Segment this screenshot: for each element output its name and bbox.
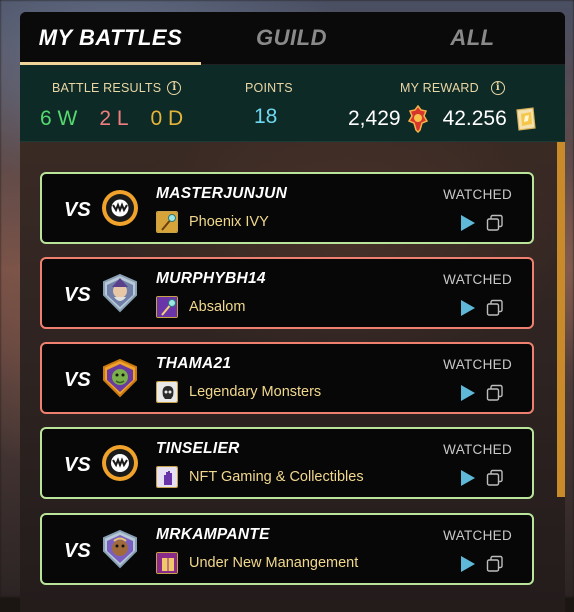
play-icon[interactable] (460, 214, 476, 232)
battle-results-label: BATTLE RESULTS (52, 81, 162, 95)
guild-name: NFT Gaming & Collectibles (189, 469, 364, 485)
tab-my-battles[interactable]: MY BATTLES (20, 12, 201, 65)
battle-results-values: 6 W 2 L 0 D (40, 107, 183, 131)
play-icon[interactable] (460, 469, 476, 487)
monster-face-icon (100, 443, 140, 483)
opponent-name[interactable]: THAMA21 (156, 355, 231, 373)
scrollbar[interactable] (557, 142, 565, 497)
reward-header: MY REWARD i (400, 81, 505, 95)
vs-label: VS (64, 284, 91, 306)
sps-token-icon (513, 106, 537, 132)
dec-token-icon (407, 105, 429, 133)
battle-card[interactable]: VS THAMA21 Legendary Monsters WATCHED (40, 342, 534, 414)
play-icon[interactable] (460, 384, 476, 402)
goblin-avatar-icon (100, 358, 140, 398)
points-label: POINTS (245, 81, 293, 95)
copy-icon[interactable] (486, 214, 504, 232)
watched-status: WATCHED (443, 272, 512, 287)
battles-panel: MY BATTLES GUILD ALL BATTLE RESULTS i 6 … (20, 12, 565, 612)
watched-status: WATCHED (443, 442, 512, 457)
stats-bar: BATTLE RESULTS i 6 W 2 L 0 D POINTS 18 M… (20, 65, 565, 142)
info-icon[interactable]: i (490, 81, 505, 95)
hand-icon (156, 466, 178, 488)
guild-name: Under New Manangement (189, 555, 359, 571)
creature-avatar-icon (100, 529, 140, 569)
tab-all[interactable]: ALL (382, 12, 563, 64)
wand-icon (156, 296, 178, 318)
losses-count: 2 L (99, 107, 129, 130)
play-icon[interactable] (460, 555, 476, 573)
points-value: 18 (254, 105, 278, 128)
info-icon[interactable]: i (167, 81, 182, 95)
vs-label: VS (64, 540, 91, 562)
guild-name: Absalom (189, 299, 246, 315)
staff-icon (156, 211, 178, 233)
watched-status: WATCHED (443, 528, 512, 543)
wins-count: 6 W (40, 107, 78, 130)
guild-name: Legendary Monsters (189, 384, 322, 400)
battle-card[interactable]: VS TINSELIER NFT Gaming & Collectibles W… (40, 427, 534, 499)
copy-icon[interactable] (486, 384, 504, 402)
watched-status: WATCHED (443, 357, 512, 372)
book-icon (156, 552, 178, 574)
copy-icon[interactable] (486, 469, 504, 487)
vs-label: VS (64, 199, 91, 221)
play-icon[interactable] (460, 299, 476, 317)
reward-sps-value: 42.256 (442, 107, 507, 130)
monster-face-icon (100, 188, 140, 228)
skull-icon (156, 381, 178, 403)
opponent-name[interactable]: MASTERJUNJUN (156, 185, 287, 203)
vs-label: VS (64, 369, 91, 391)
copy-icon[interactable] (486, 299, 504, 317)
opponent-name[interactable]: TINSELIER (156, 440, 240, 458)
tab-guild[interactable]: GUILD (201, 12, 382, 64)
reward-label: MY REWARD (400, 81, 479, 95)
vs-label: VS (64, 454, 91, 476)
draws-count: 0 D (150, 107, 184, 130)
battle-card[interactable]: VS MRKAMPANTE Under New Manangement WATC… (40, 513, 534, 585)
copy-icon[interactable] (486, 555, 504, 573)
watched-status: WATCHED (443, 187, 512, 202)
battle-results-header: BATTLE RESULTS i (52, 81, 182, 95)
reward-values: 2,429 42.256 (348, 105, 537, 133)
guild-name: Phoenix IVY (189, 214, 269, 230)
opponent-name[interactable]: MRKAMPANTE (156, 526, 270, 544)
battle-card[interactable]: VS MASTERJUNJUN Phoenix IVY WATCHED (40, 172, 534, 244)
battle-card[interactable]: VS MURPHYBH14 Absalom WATCHED (40, 257, 534, 329)
opponent-name[interactable]: MURPHYBH14 (156, 270, 266, 288)
wizard-avatar-icon (100, 273, 140, 313)
reward-dec-value: 2,429 (348, 107, 401, 130)
tab-bar: MY BATTLES GUILD ALL (20, 12, 565, 65)
